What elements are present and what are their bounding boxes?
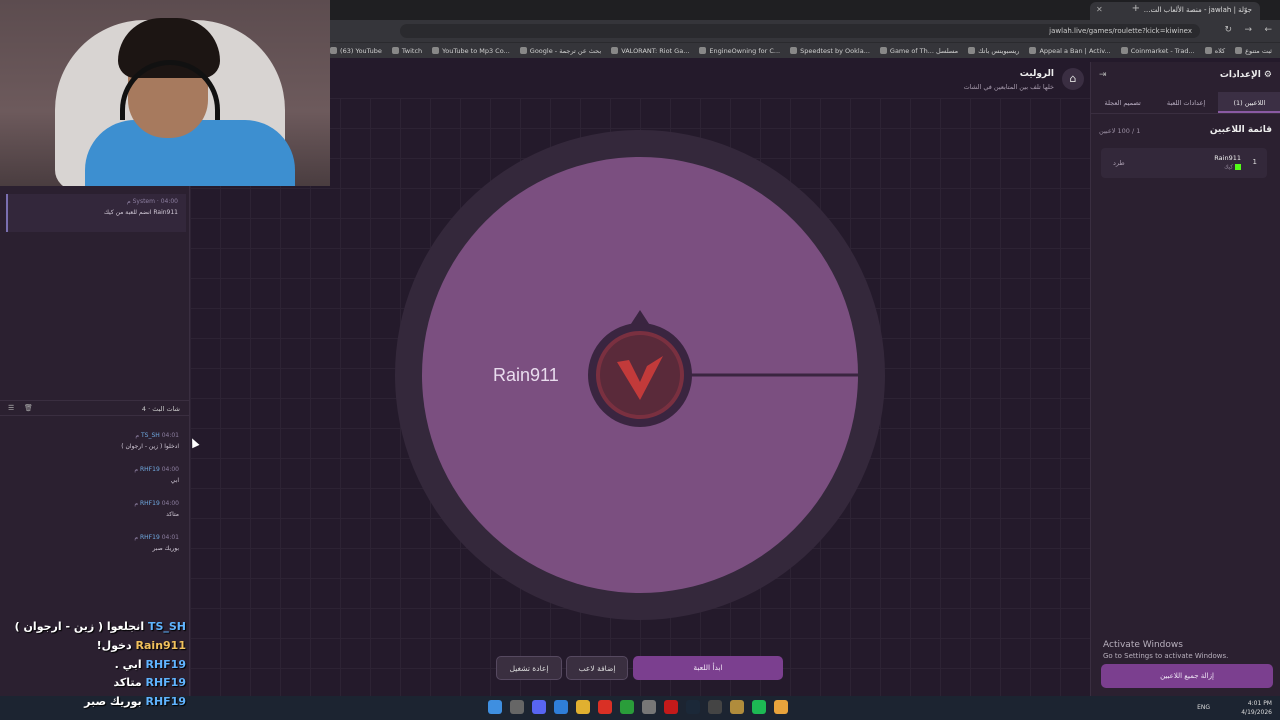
chat-message: RHF19 04:00 م متاكد — [134, 500, 179, 518]
chat-count: 4 — [141, 405, 147, 413]
tab-title: جوّلة | jawlah - منصة الألعاب الت... — [1143, 6, 1252, 14]
back-icon[interactable]: ← — [1264, 25, 1272, 35]
collapse-panel-icon[interactable]: ⇥ — [1099, 70, 1107, 80]
settings-tabs: اللاعبين (1) إعدادات اللعبة تصميم العجلة — [1091, 92, 1280, 114]
settings-panel: ⚙ الإعدادات ⇥ اللاعبين (1) إعدادات اللعب… — [1090, 62, 1280, 696]
overlay-line: Rain911 دخول! — [96, 639, 186, 652]
bookmark-item[interactable]: كلاه — [1204, 45, 1225, 56]
bookmark-item[interactable]: Twitch — [391, 45, 422, 56]
player-name: Rain911 — [1214, 154, 1241, 162]
tab-game-settings[interactable]: إعدادات اللعبة — [1154, 92, 1217, 113]
bookmark-item[interactable]: ثبت متنوع — [1235, 45, 1272, 56]
app-icon[interactable] — [730, 700, 744, 714]
roulette-wheel[interactable]: Rain911 — [395, 130, 885, 624]
overlay-line: RHF19 ابي . — [114, 658, 186, 671]
steam-icon[interactable] — [686, 700, 700, 714]
page-header: ⌂ الروليت خلها تلف بين المتابعين في الشا… — [330, 62, 1090, 98]
system-sender: System — [132, 198, 155, 205]
players-list-title: قائمة اللاعبين — [1209, 125, 1272, 135]
tab-players[interactable]: اللاعبين (1) — [1217, 92, 1280, 113]
activate-windows-watermark: Activate Windows Go to Settings to activ… — [1103, 640, 1229, 660]
bookmark-favicon-icon — [699, 47, 707, 54]
bookmark-item[interactable]: Game of Th... مسلسل — [879, 45, 958, 56]
close-icon[interactable]: ✕ — [1096, 5, 1103, 14]
chat-header: شات البث · 4 ☰ 🗑 — [0, 400, 190, 416]
overlay-line: RHF19 متاكد — [113, 676, 186, 689]
reset-button[interactable]: إعادة تشغيل — [496, 656, 562, 680]
chat-message: TS_SH 04:01 م ادخلوا ( زين - ارجوان ) — [121, 432, 179, 450]
bookmark-favicon-icon — [879, 47, 887, 54]
bookmark-favicon-icon — [432, 47, 440, 54]
bookmark-item[interactable]: Appeal a Ban | Activ... — [1029, 45, 1111, 56]
bookmark-favicon-icon — [611, 47, 619, 54]
filter-icon[interactable]: ☰ — [8, 404, 14, 412]
add-player-button[interactable]: إضافة لاعب — [566, 656, 628, 680]
clock[interactable]: 4:01 PM 4/19/2026 — [1241, 699, 1272, 717]
bookmark-favicon-icon — [330, 47, 338, 54]
taskbar-icons — [488, 700, 788, 714]
bookmark-item[interactable]: YouTube to Mp3 Co... — [432, 45, 510, 56]
players-count: 1 / 100 لاعبين — [1099, 127, 1141, 135]
reload-icon[interactable]: ↻ — [1224, 25, 1232, 35]
bookmark-item[interactable]: Coinmarket - Trad... — [1120, 45, 1195, 56]
taskbar: ENG 4:01 PM 4/19/2026 — [0, 696, 1280, 720]
spotify-icon[interactable] — [752, 700, 766, 714]
bookmark-item[interactable]: (63) YouTube — [330, 45, 382, 56]
windows-start-icon[interactable] — [488, 700, 502, 714]
bookmark-item[interactable]: Speedtest by Ookla... — [790, 45, 870, 56]
url-input[interactable]: jawlah.live/games/roulette?kick=kiwinex — [400, 24, 1200, 38]
xbox-icon[interactable] — [620, 700, 634, 714]
system-text: Rain911 انضم للعبة من كيك — [103, 209, 178, 216]
settings-title: ⚙ الإعدادات — [1219, 70, 1272, 80]
chrome-icon[interactable] — [774, 700, 788, 714]
bookmark-favicon-icon — [391, 47, 399, 54]
bookmark-favicon-icon — [1204, 47, 1212, 54]
settings-app-icon[interactable] — [642, 700, 656, 714]
overlay-line: TS_SH انجلعوا ( زين - ارجوان ) — [14, 620, 186, 633]
kick-icon — [1235, 164, 1241, 170]
netflix-icon[interactable] — [664, 700, 678, 714]
home-icon[interactable]: ⌂ — [1062, 68, 1084, 90]
system-message: System · 04:00 م Rain911 انضم للعبة من ك… — [6, 194, 186, 232]
page-subtitle: خلها تلف بين المتابعين في الشات — [963, 83, 1054, 91]
bookmark-item[interactable]: ريسبوينس باتك — [968, 45, 1019, 56]
chat-message: RHF19 04:01 م بوريك صبر — [134, 534, 179, 552]
page-title: الروليت — [1019, 69, 1054, 79]
bookmark-favicon-icon — [519, 47, 527, 54]
tab-wheel-design[interactable]: تصميم العجلة — [1091, 92, 1154, 113]
trash-icon[interactable]: 🗑 — [24, 404, 33, 412]
folder-icon[interactable] — [576, 700, 590, 714]
wheel-segment-label: Rain911 — [493, 365, 559, 385]
remove-all-players-button[interactable]: إزالة جميع اللاعبين — [1101, 664, 1273, 688]
discord-icon[interactable] — [532, 700, 546, 714]
language-indicator[interactable]: ENG — [1197, 704, 1210, 711]
player-row: 1 Rain911 كيك طرد — [1101, 148, 1267, 178]
bookmark-favicon-icon — [968, 47, 976, 54]
youtube-icon[interactable] — [598, 700, 612, 714]
bookmark-favicon-icon — [1120, 47, 1128, 54]
bookmark-favicon-icon — [1029, 47, 1037, 54]
bookmark-item[interactable]: VALORANT: Riot Ga... — [611, 45, 689, 56]
kick-player-button[interactable]: طرد — [1113, 159, 1125, 167]
webcam-overlay — [0, 0, 330, 186]
bookmark-item[interactable]: Google - بحث عن ترجمة — [519, 45, 601, 56]
bookmark-item[interactable]: EngineOwning for C... — [699, 45, 780, 56]
player-source: كيك — [1224, 164, 1241, 171]
overlay-line: RHF19 بوريك صبر — [84, 695, 186, 708]
edge-icon[interactable] — [554, 700, 568, 714]
task-view-icon[interactable] — [510, 700, 524, 714]
browser-tab[interactable]: جوّلة | jawlah - منصة الألعاب الت... ✕ — [1090, 2, 1260, 20]
chat-title: شات البث — [152, 405, 180, 413]
new-tab-icon[interactable]: + — [1132, 3, 1140, 14]
overlay-chat: TS_SH انجلعوا ( زين - ارجوان ) Rain911 د… — [0, 618, 190, 708]
bookmark-favicon-icon — [790, 47, 798, 54]
chat-message: RHF19 04:00 م ابي — [134, 466, 179, 484]
forward-icon[interactable]: → — [1244, 25, 1252, 35]
app-icon[interactable] — [708, 700, 722, 714]
start-game-button[interactable]: ابدأ اللعبة — [633, 656, 783, 680]
player-rank: 1 — [1252, 158, 1257, 166]
bookmark-favicon-icon — [1235, 47, 1243, 54]
